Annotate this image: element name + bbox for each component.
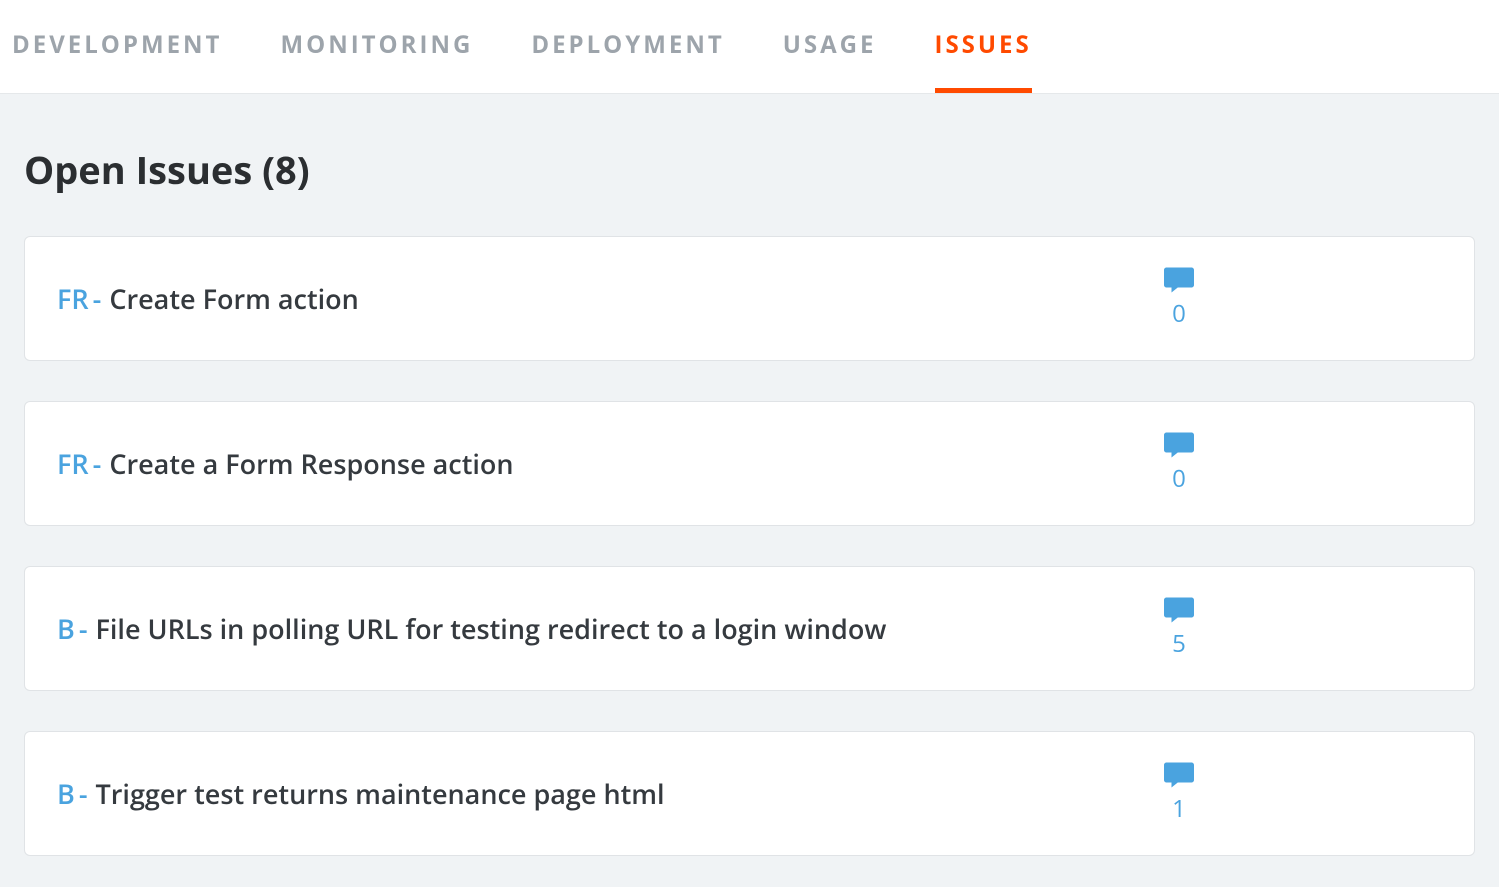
comment-block[interactable]: 0 <box>1164 432 1194 495</box>
issue-tag: FR <box>57 280 89 317</box>
issue-card[interactable]: B-File URLs in polling URL for testing r… <box>24 566 1475 691</box>
issue-title-text: Trigger test returns maintenance page ht… <box>96 775 665 812</box>
comment-count: 1 <box>1172 792 1186 825</box>
tabs-nav: DEVELOPMENT MONITORING DEPLOYMENT USAGE ISSU… <box>0 0 1499 94</box>
issue-tag: B <box>57 610 75 647</box>
issue-card[interactable]: B-Trigger test returns maintenance page … <box>24 731 1475 856</box>
tab-development[interactable]: DEVELOPMENT <box>12 28 222 93</box>
issues-content: Open Issues (8) FR-Create Form action0FR… <box>0 94 1499 887</box>
issue-title-text: Create Form action <box>109 280 358 317</box>
issue-list: FR-Create Form action0FR-Create a Form R… <box>24 236 1475 856</box>
comment-block[interactable]: 0 <box>1164 267 1194 330</box>
comment-block[interactable]: 1 <box>1164 762 1194 825</box>
comment-icon <box>1164 597 1194 623</box>
issue-separator: - <box>79 775 88 812</box>
issue-tag: FR <box>57 445 89 482</box>
issue-title: B-File URLs in polling URL for testing r… <box>57 610 886 647</box>
tab-usage[interactable]: USAGE <box>783 28 877 93</box>
tab-monitoring[interactable]: MONITORING <box>280 28 473 93</box>
issue-card[interactable]: FR-Create Form action 0 <box>24 236 1475 361</box>
issue-separator: - <box>79 610 88 647</box>
issue-title: FR-Create Form action <box>57 280 359 317</box>
comment-icon <box>1164 432 1194 458</box>
issue-separator: - <box>93 280 102 317</box>
comment-icon <box>1164 762 1194 788</box>
issue-separator: - <box>93 445 102 482</box>
issue-title-text: Create a Form Response action <box>109 445 513 482</box>
comment-count: 5 <box>1172 627 1186 660</box>
comment-block[interactable]: 5 <box>1164 597 1194 660</box>
comment-count: 0 <box>1172 462 1186 495</box>
page-title: Open Issues (8) <box>24 144 1475 196</box>
comment-count: 0 <box>1172 297 1186 330</box>
issue-tag: B <box>57 775 75 812</box>
issue-card[interactable]: FR-Create a Form Response action 0 <box>24 401 1475 526</box>
issue-title: B-Trigger test returns maintenance page … <box>57 775 665 812</box>
tab-deployment[interactable]: DEPLOYMENT <box>531 28 724 93</box>
issue-title: FR-Create a Form Response action <box>57 445 514 482</box>
comment-icon <box>1164 267 1194 293</box>
tab-issues[interactable]: ISSUES <box>935 28 1032 93</box>
issue-title-text: File URLs in polling URL for testing red… <box>96 610 887 647</box>
